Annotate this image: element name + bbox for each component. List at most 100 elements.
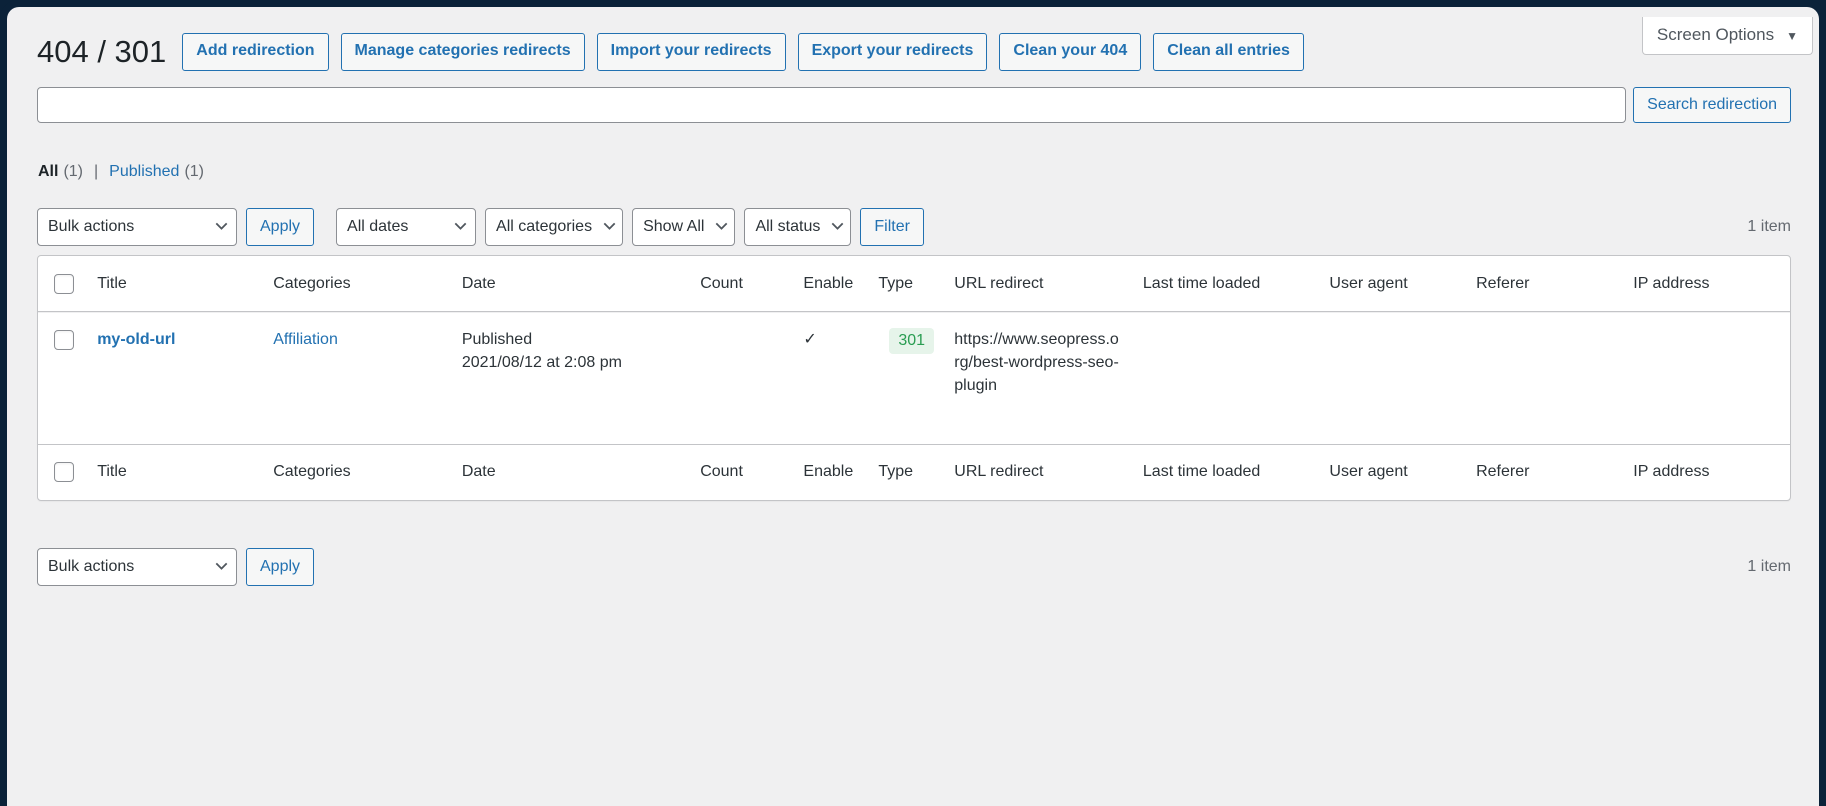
column-footer-count[interactable]: Count	[700, 443, 793, 500]
row-date-value: 2021/08/12 at 2:08 pm	[461, 354, 622, 372]
chevron-down-icon	[215, 222, 228, 232]
redirections-table: Title Categories Date Count Enable Type …	[37, 255, 1791, 501]
table-row: my-old-url Affiliation Published 2021/08…	[38, 312, 1790, 444]
browser-frame: Screen Options ▼ 404 / 301 Add redirecti…	[0, 0, 1826, 806]
table-header-row: Title Categories Date Count Enable Type …	[38, 256, 1790, 312]
row-categories-cell: Affiliation	[262, 312, 451, 444]
search-redirection-button[interactable]: Search redirection	[1633, 87, 1791, 123]
status-links: All (1) | Published (1)	[38, 163, 204, 181]
column-footer-referer: Referer	[1465, 443, 1623, 500]
column-header-url-redirect: URL redirect	[943, 256, 1132, 312]
column-footer-enable[interactable]: Enable	[792, 443, 879, 500]
chevron-down-icon	[715, 222, 728, 232]
clean-all-entries-button[interactable]: Clean all entries	[1153, 33, 1304, 72]
tablenav-bottom: Bulk actions Apply 1 item	[37, 546, 1791, 588]
table-head: Title Categories Date Count Enable Type …	[38, 256, 1790, 312]
search-row: Search redirection	[37, 87, 1791, 123]
status-link-published-count: (1)	[184, 163, 205, 180]
manage-categories-redirects-button[interactable]: Manage categories redirects	[340, 33, 585, 72]
screen-options-tab[interactable]: Screen Options ▼	[1641, 17, 1813, 56]
column-footer-type[interactable]: Type	[878, 443, 944, 500]
bulk-actions-select-bottom-value: Bulk actions	[48, 558, 135, 575]
row-date-cell: Published 2021/08/12 at 2:08 pm	[450, 312, 701, 444]
tablenav-top: Bulk actions Apply All dates All categor…	[37, 206, 1791, 248]
status-link-separator: |	[94, 163, 99, 180]
column-footer-ip-address: IP address	[1622, 443, 1790, 500]
column-footer-last-time-loaded: Last time loaded	[1131, 443, 1319, 500]
status-link-all[interactable]: All (1)	[38, 163, 83, 181]
categories-filter-value: All categories	[496, 218, 593, 235]
chevron-down-icon	[831, 222, 844, 232]
row-ip-address-cell	[1622, 312, 1790, 444]
status-link-published-label: Published	[109, 163, 180, 180]
row-enable-cell: ✓	[792, 312, 879, 444]
row-url-redirect-cell: https://www.seopress.org/best-wordpress-…	[943, 312, 1132, 444]
import-your-redirects-button[interactable]: Import your redirects	[596, 33, 786, 72]
status-filter-value: All status	[755, 218, 821, 235]
column-header-count[interactable]: Count	[700, 256, 793, 312]
column-footer-date[interactable]: Date	[450, 443, 701, 500]
row-title-link[interactable]: my-old-url	[97, 331, 175, 348]
status-link-all-label: All	[38, 163, 59, 180]
status-filter-select[interactable]: All status	[744, 208, 852, 246]
status-badge: 301	[889, 328, 935, 355]
check-icon: ✓	[803, 331, 817, 348]
row-user-agent-cell	[1318, 312, 1466, 444]
row-category-link[interactable]: Affiliation	[273, 331, 338, 348]
apply-button-bottom[interactable]: Apply	[246, 548, 315, 586]
row-last-time-loaded-cell	[1131, 312, 1319, 444]
column-header-date[interactable]: Date	[450, 256, 701, 312]
column-header-last-time-loaded: Last time loaded	[1131, 256, 1319, 312]
column-footer-title[interactable]: Title	[86, 443, 263, 500]
displaying-num-top: 1 item	[1747, 218, 1791, 235]
chevron-down-icon: ▼	[1786, 29, 1798, 44]
apply-button-top[interactable]: Apply	[246, 208, 315, 246]
chevron-down-icon	[215, 562, 228, 572]
select-all-checkbox-bottom[interactable]	[54, 462, 74, 483]
dates-filter-value: All dates	[347, 218, 409, 235]
column-footer-user-agent: User agent	[1318, 443, 1466, 500]
bulk-actions-select-top-value: Bulk actions	[48, 218, 135, 235]
page-title: 404 / 301	[37, 34, 167, 69]
column-header-enable[interactable]: Enable	[792, 256, 879, 312]
status-link-all-count: (1)	[63, 163, 84, 180]
select-all-footer	[38, 443, 87, 500]
row-referer-cell	[1465, 312, 1623, 444]
export-your-redirects-button[interactable]: Export your redirects	[797, 33, 988, 72]
row-title-cell: my-old-url	[86, 312, 263, 444]
column-footer-url-redirect: URL redirect	[943, 443, 1132, 500]
page-viewport: Screen Options ▼ 404 / 301 Add redirecti…	[7, 7, 1819, 806]
table-body: my-old-url Affiliation Published 2021/08…	[38, 312, 1790, 444]
column-header-type[interactable]: Type	[878, 256, 944, 312]
table-footer-row: Title Categories Date Count Enable Type …	[38, 443, 1790, 500]
row-type-cell: 301	[878, 312, 944, 444]
filter-button[interactable]: Filter	[860, 208, 924, 246]
column-header-user-agent: User agent	[1318, 256, 1466, 312]
bulk-actions-select-top[interactable]: Bulk actions	[37, 208, 237, 246]
column-header-title[interactable]: Title	[86, 256, 263, 312]
table-foot: Title Categories Date Count Enable Type …	[38, 443, 1790, 500]
page-header: 404 / 301 Add redirection Manage categor…	[37, 33, 1304, 72]
status-link-published[interactable]: Published (1)	[109, 163, 204, 181]
categories-filter-select[interactable]: All categories	[485, 208, 624, 246]
column-header-ip-address: IP address	[1622, 256, 1790, 312]
row-count-cell	[700, 312, 793, 444]
row-select-cell	[38, 312, 87, 444]
chevron-down-icon	[454, 222, 467, 232]
chevron-down-icon	[603, 222, 616, 232]
bulk-actions-select-bottom[interactable]: Bulk actions	[37, 548, 237, 586]
row-date-status: Published	[461, 331, 533, 348]
column-footer-categories: Categories	[262, 443, 451, 500]
clean-your-404-button[interactable]: Clean your 404	[999, 33, 1142, 72]
screen-options-label: Screen Options	[1656, 25, 1775, 44]
row-checkbox[interactable]	[54, 329, 74, 350]
show-filter-value: Show All	[643, 218, 705, 235]
select-all-checkbox-top[interactable]	[54, 273, 74, 294]
column-header-referer: Referer	[1465, 256, 1623, 312]
displaying-num-bottom: 1 item	[1747, 558, 1791, 575]
add-redirection-button[interactable]: Add redirection	[182, 33, 329, 72]
show-filter-select[interactable]: Show All	[632, 208, 736, 246]
search-input[interactable]	[37, 87, 1627, 123]
dates-filter-select[interactable]: All dates	[336, 208, 477, 246]
select-all-header	[38, 256, 87, 312]
